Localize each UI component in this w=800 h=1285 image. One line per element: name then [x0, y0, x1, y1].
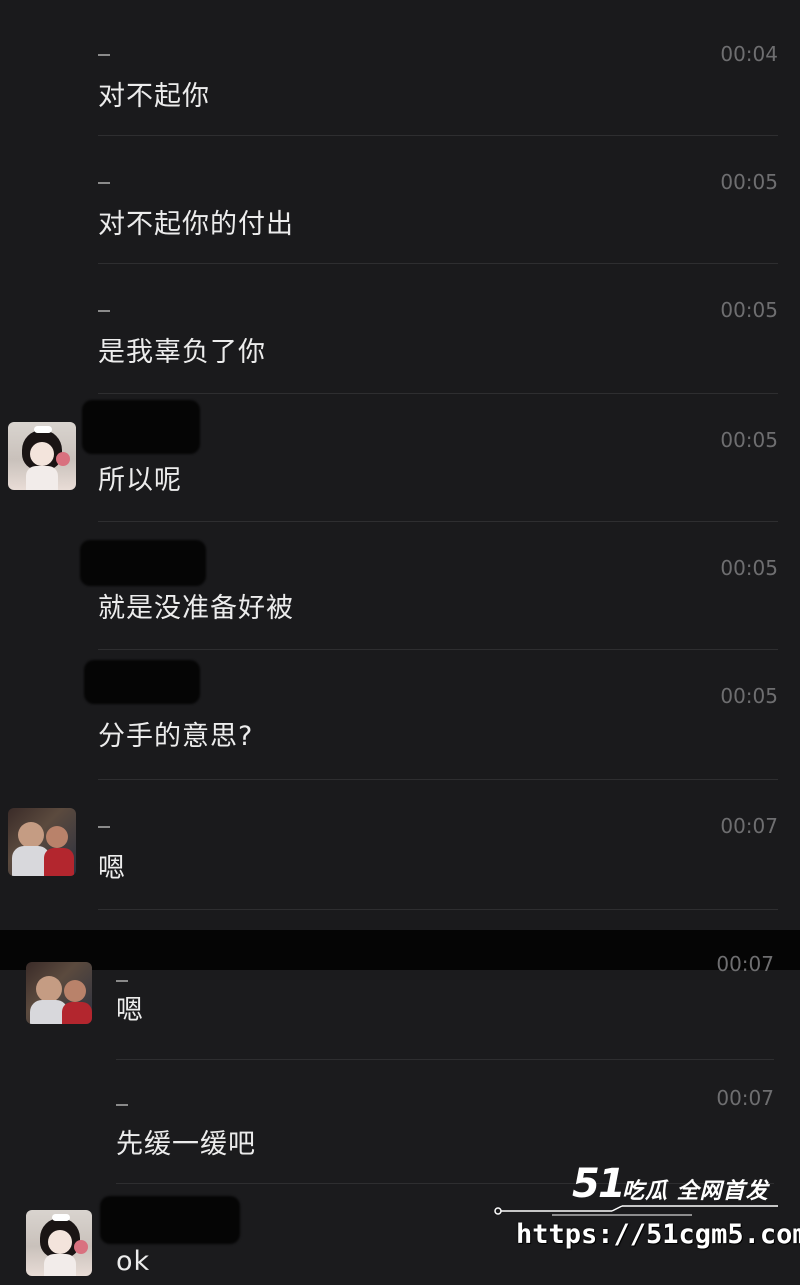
message-text: 分手的意思? [98, 721, 254, 752]
redacted-sender-name [100, 1196, 240, 1244]
message-text: 嗯 [98, 853, 126, 884]
site-watermark: 51 吃瓜 全网首发 https://51cgm5.com [492, 1161, 800, 1271]
chat-history-top: 00:04 对不起你 00:05 对不起你的付出 00:05 是我辜负了你 00… [0, 0, 800, 930]
avatar[interactable] [26, 1210, 92, 1276]
sender-name-placeholder [116, 980, 128, 982]
redacted-sender-name [84, 660, 200, 704]
message-time: 00:04 [720, 42, 778, 66]
chat-message[interactable]: 00:05 分手的意思? [0, 650, 800, 780]
message-time: 00:07 [720, 814, 778, 838]
sender-name-placeholder [98, 54, 110, 56]
watermark-logo-text: 吃瓜 全网首发 [622, 1179, 769, 1204]
message-time: 00:05 [720, 556, 778, 580]
chat-message[interactable]: 00:05 是我辜负了你 [0, 264, 800, 394]
message-text: 先缓一缓吧 [116, 1129, 256, 1160]
chat-message[interactable]: 00:07 嗯 [0, 780, 800, 910]
message-time: 00:05 [720, 298, 778, 322]
chat-screen: 00:04 对不起你 00:05 对不起你的付出 00:05 是我辜负了你 00… [0, 0, 800, 1285]
redacted-sender-name [82, 400, 200, 454]
watermark-url: https://51cgm5.com [516, 1219, 800, 1250]
message-text: 嗯 [116, 995, 144, 1026]
message-text: 所以呢 [98, 465, 182, 496]
message-text: ok [116, 1246, 151, 1277]
sender-name-placeholder [98, 182, 110, 184]
message-time: 00:05 [720, 428, 778, 452]
message-time: 00:05 [720, 684, 778, 708]
watermark-logo-number: 51 [572, 1161, 626, 1207]
message-text: 是我辜负了你 [98, 337, 266, 368]
message-text: 就是没准备好被 [98, 593, 294, 624]
message-time: 00:07 [716, 1086, 774, 1110]
chat-message[interactable]: 00:05 就是没准备好被 [0, 522, 800, 650]
chat-message[interactable]: 00:05 对不起你的付出 [0, 136, 800, 264]
sender-name-placeholder [98, 826, 110, 828]
message-divider [98, 909, 778, 910]
avatar[interactable] [26, 962, 92, 1024]
chat-message[interactable]: 00:05 所以呢 [0, 394, 800, 522]
message-text: 对不起你 [98, 81, 210, 112]
chat-message[interactable]: 00:04 对不起你 [0, 8, 800, 136]
avatar[interactable] [8, 422, 76, 490]
sender-name-placeholder [116, 1104, 128, 1106]
redacted-sender-name [80, 540, 206, 586]
avatar[interactable] [8, 808, 76, 876]
message-time: 00:05 [720, 170, 778, 194]
sender-name-placeholder [98, 310, 110, 312]
message-text: 对不起你的付出 [98, 209, 294, 240]
circuit-line-icon [494, 1205, 778, 1216]
message-time: 00:07 [716, 952, 774, 976]
chat-message[interactable]: 00:07 嗯 [0, 952, 800, 1060]
